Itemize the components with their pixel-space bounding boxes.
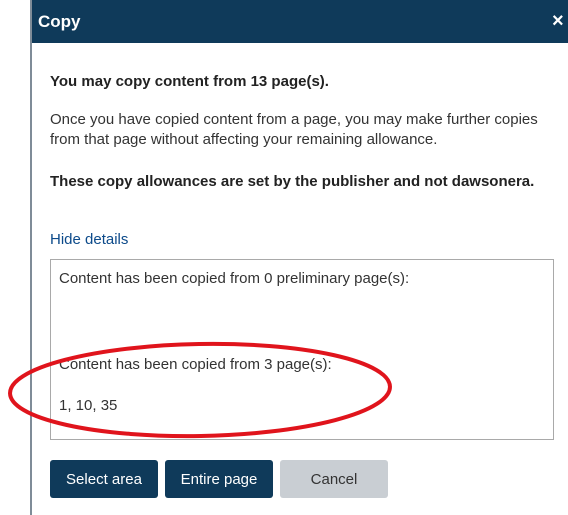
cancel-button[interactable]: Cancel [280,460,388,498]
copied-pages-list: 1, 10, 35 [59,397,118,414]
publisher-notice: These copy allowances are set by the pub… [50,173,535,190]
dialog-titlebar: Copy × [32,0,568,43]
entire-page-button[interactable]: Entire page [165,460,273,498]
copy-details-box: Content has been copied from 0 prelimina… [50,259,554,440]
close-icon[interactable]: × [552,9,568,33]
copied-pages-text: Content has been copied from 3 page(s): [59,356,332,373]
dialog-title: Copy [38,12,81,31]
dialog-left-border [30,0,32,515]
info-text: Once you have copied content from a page… [50,111,538,148]
preliminary-pages-text: Content has been copied from 0 prelimina… [59,270,410,287]
allowance-text: You may copy content from 13 page(s). [50,73,329,90]
hide-details-link[interactable]: Hide details [50,231,128,248]
select-area-button[interactable]: Select area [50,460,158,498]
